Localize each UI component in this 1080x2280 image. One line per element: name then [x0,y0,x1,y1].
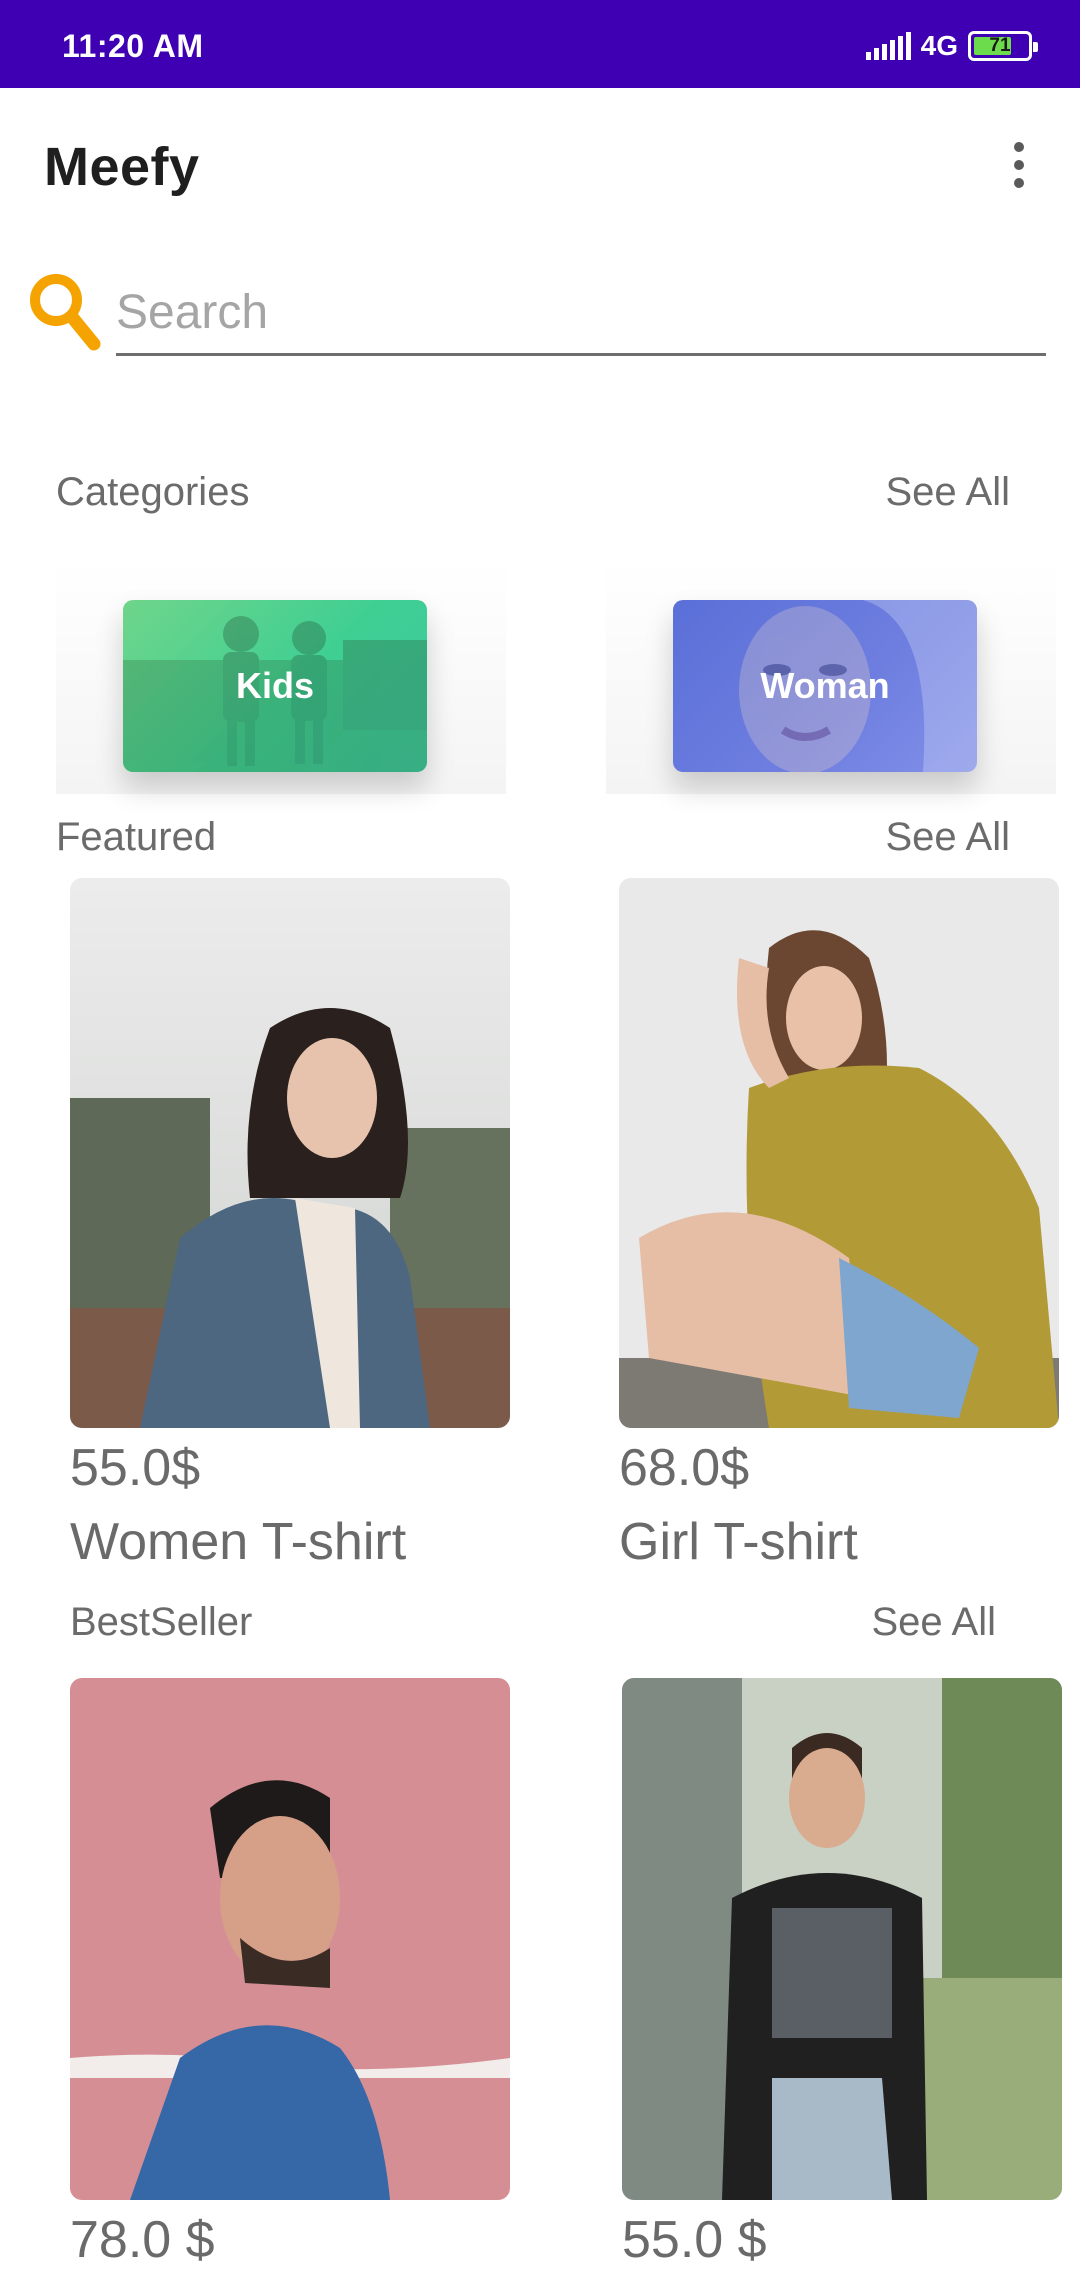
girl-tshirt-photo [619,878,1059,1428]
battery-level: 71 [989,35,1011,56]
bestseller-see-all-link[interactable]: See All [871,1600,996,1645]
categories-heading: Categories [56,470,250,514]
featured-see-all-link[interactable]: See All [885,815,1010,860]
search-field[interactable] [116,272,1046,356]
category-card-woman[interactable]: Woman [673,600,977,772]
status-bar: 11:20 AM 4G 71 [0,0,1080,88]
product-image-bestseller-1[interactable] [70,1678,510,2200]
product-image-girl-tshirt[interactable] [619,878,1059,1428]
product-price: 78.0 $ [70,2211,215,2269]
product-name: Girl T-shirt [619,1513,858,1571]
categories-see-all-link[interactable]: See All [885,470,1010,515]
product-image-bestseller-2[interactable] [622,1678,1062,2200]
bestseller-heading: BestSeller [70,1600,253,1644]
product-price: 55.0 $ [622,2211,767,2269]
search-input[interactable] [116,272,1046,353]
women-tshirt-photo [70,878,510,1428]
man-tshirt-photo [622,1678,1062,2200]
network-type: 4G [920,30,958,61]
featured-heading: Featured [56,815,217,859]
signal-icon [865,32,911,60]
product-price: 55.0$ [70,1439,201,1497]
product-image-women-tshirt[interactable] [70,878,510,1428]
status-indicators: 4G 71 [865,28,1038,64]
man-denim-photo [70,1678,510,2200]
status-time: 11:20 AM [62,28,204,64]
battery-icon: 71 [968,31,1038,61]
category-card-kids[interactable]: Kids [123,600,427,772]
app-title: Meefy [44,137,200,197]
category-label-kids: Kids [235,665,314,706]
category-label-woman: Woman [760,665,890,706]
search-icon[interactable] [24,266,104,356]
product-name: Women T-shirt [70,1513,407,1571]
more-options-icon[interactable] [1002,138,1036,192]
product-price: 68.0$ [619,1439,750,1497]
